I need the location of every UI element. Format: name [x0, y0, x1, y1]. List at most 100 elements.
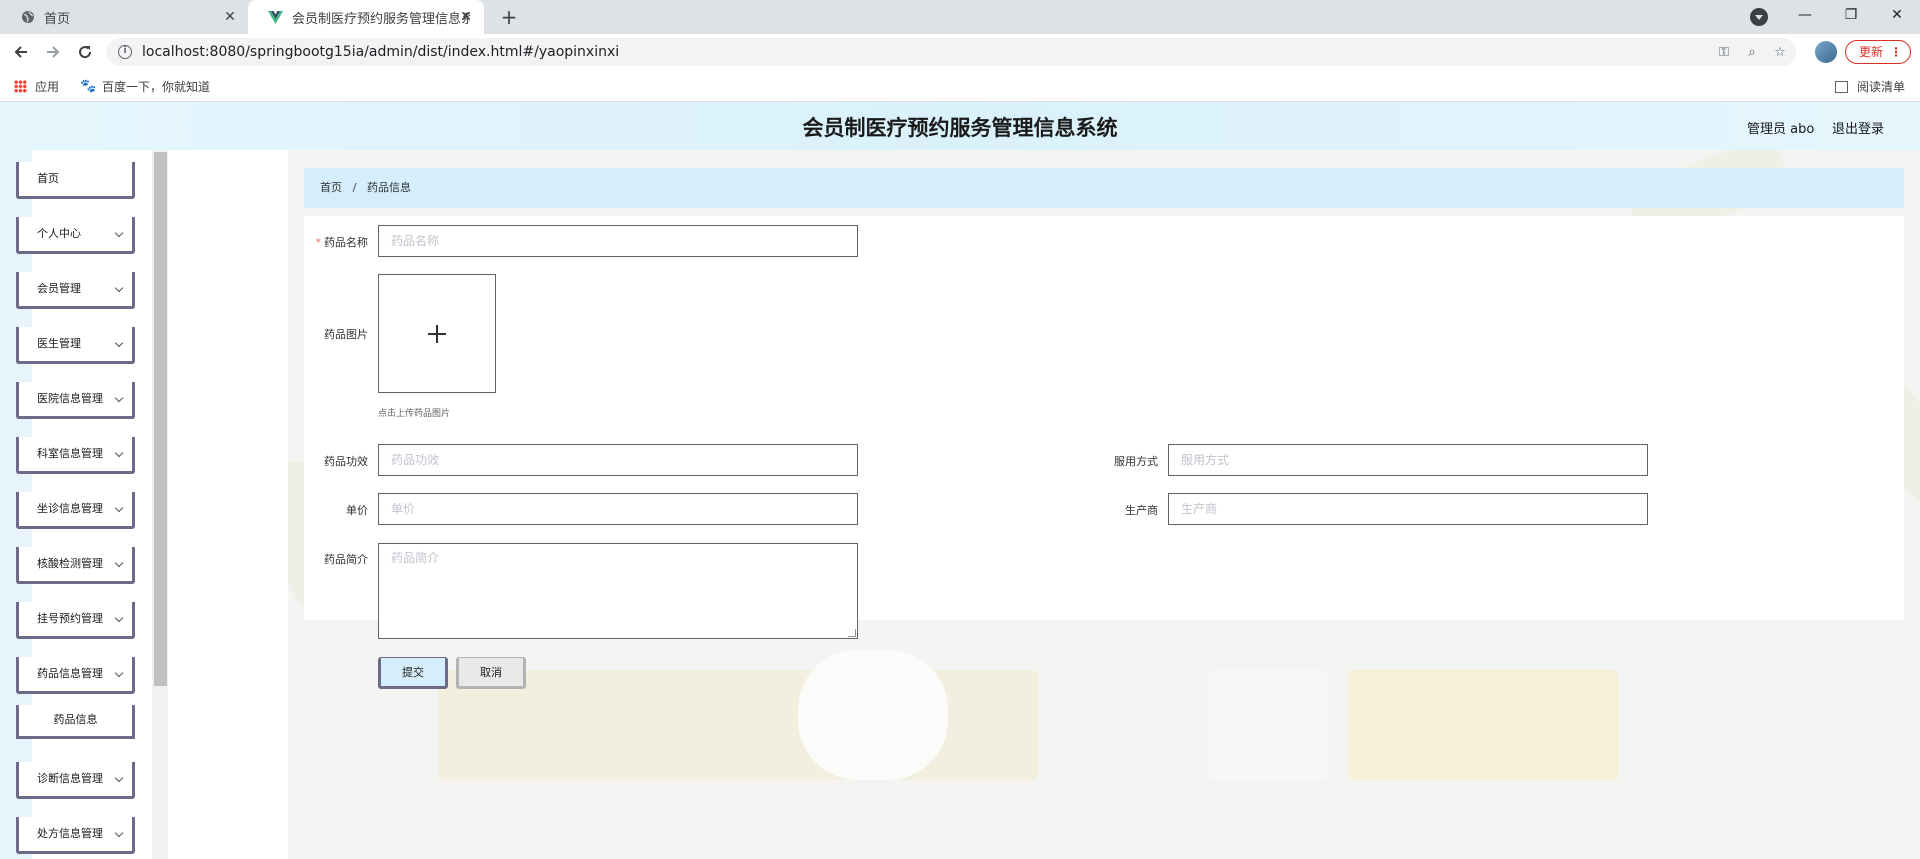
medicine-name-input[interactable]: 药品名称	[378, 225, 858, 257]
sidebar-item-diagnoses[interactable]: 诊断信息管理	[16, 762, 135, 799]
zoom-icon[interactable]: ⌕	[1744, 45, 1760, 61]
address-bar: i localhost:8080/springbootg15ia/admin/d…	[0, 34, 1920, 70]
apps-icon	[14, 80, 27, 93]
browser-tab-bar: 首页 ✕ 会员制医疗预约服务管理信息系统 ✕ + — ❐ ✕	[0, 0, 1920, 34]
sidebar-item-personal[interactable]: 个人中心	[16, 217, 135, 254]
sidebar-item-departments[interactable]: 科室信息管理	[16, 437, 135, 474]
plus-icon	[436, 325, 438, 343]
chevron-down-icon	[114, 558, 124, 568]
close-window-icon[interactable]: ✕	[1874, 0, 1920, 30]
back-icon[interactable]	[10, 41, 32, 63]
sidebar-item-members[interactable]: 会员管理	[16, 272, 135, 309]
reading-list-label: 阅读清单	[1857, 80, 1906, 94]
restore-icon[interactable]: ❐	[1828, 0, 1874, 30]
menu-label: 处方信息管理	[37, 827, 103, 840]
sidebar-item-hospitals[interactable]: 医院信息管理	[16, 382, 135, 419]
close-tab-icon[interactable]: ✕	[222, 9, 238, 25]
breadcrumb-current: 药品信息	[367, 181, 412, 194]
resize-handle-icon[interactable]	[848, 629, 856, 637]
update-button[interactable]: 更新 ⋮	[1845, 40, 1911, 64]
chevron-down-icon	[114, 773, 124, 783]
cancel-button[interactable]: 取消	[456, 657, 526, 689]
tab-search-icon[interactable]	[1750, 8, 1768, 26]
logout-link[interactable]: 退出登录	[1832, 118, 1884, 137]
bookmark-star-icon[interactable]: ☆	[1772, 45, 1788, 61]
chevron-down-icon	[114, 668, 124, 678]
sidebar-item-prescriptions[interactable]: 处方信息管理	[16, 817, 135, 854]
background-box	[438, 670, 1038, 780]
update-label: 更新	[1859, 45, 1884, 59]
manufacturer-input[interactable]: 生产商	[1168, 493, 1648, 525]
tab-title: 首页	[44, 11, 71, 27]
menu-label: 医生管理	[37, 337, 81, 350]
chevron-down-icon	[114, 283, 124, 293]
label-text: 药品名称	[324, 236, 368, 249]
minimize-icon[interactable]: —	[1782, 0, 1828, 30]
chevron-down-icon	[114, 503, 124, 513]
reading-list[interactable]: 阅读清单	[1835, 78, 1905, 95]
chevron-down-icon	[114, 393, 124, 403]
tab-title: 会员制医疗预约服务管理信息系统	[292, 11, 470, 27]
chevron-down-icon	[114, 613, 124, 623]
placeholder: 药品简介	[391, 551, 440, 565]
chevron-down-icon	[114, 448, 124, 458]
sidebar-scrollbar-thumb[interactable]	[154, 152, 167, 686]
sidebar-item-doctors[interactable]: 医生管理	[16, 327, 135, 364]
price-label: 单价	[346, 504, 368, 517]
browser-tab-home[interactable]: 首页 ✕	[0, 0, 248, 34]
sidebar-item-consultations[interactable]: 坐诊信息管理	[16, 492, 135, 529]
profile-avatar-icon[interactable]	[1815, 41, 1837, 63]
background-bottle	[1208, 670, 1328, 780]
menu-label: 坐诊信息管理	[37, 502, 103, 515]
breadcrumb: 首页 / 药品信息	[304, 168, 1904, 208]
menu-label: 个人中心	[37, 227, 81, 240]
bookmark-apps[interactable]: 应用	[14, 78, 59, 95]
sidebar-item-medicines[interactable]: 药品信息管理	[16, 657, 135, 694]
required-mark: *	[315, 236, 322, 249]
menu-label: 挂号预约管理	[37, 612, 103, 625]
close-tab-icon[interactable]: ✕	[458, 9, 474, 25]
omnibox[interactable]: i localhost:8080/springbootg15ia/admin/d…	[106, 38, 1796, 66]
site-info-icon[interactable]: i	[118, 45, 132, 59]
placeholder: 药品名称	[391, 234, 440, 248]
breadcrumb-home[interactable]: 首页	[320, 181, 342, 194]
sidebar-item-appointments[interactable]: 挂号预约管理	[16, 602, 135, 639]
more-menu-icon: ⋮	[1890, 45, 1902, 59]
efficacy-input[interactable]: 药品功效	[378, 444, 858, 476]
submit-button[interactable]: 提交	[378, 657, 448, 689]
menu-label: 诊断信息管理	[37, 772, 103, 785]
intro-label: 药品简介	[324, 553, 368, 566]
chevron-down-icon	[114, 228, 124, 238]
efficacy-label: 药品功效	[324, 455, 368, 468]
usage-input[interactable]: 服用方式	[1168, 444, 1648, 476]
reload-icon[interactable]	[74, 41, 96, 63]
sidebar: 首页 个人中心 会员管理 医生管理 医院信息管理 科室信息管理 坐诊信息管理 核…	[0, 150, 152, 859]
globe-icon	[20, 10, 35, 25]
medicine-name-label: * 药品名称	[268, 234, 369, 250]
placeholder: 单价	[391, 502, 416, 516]
bookmarks-bar: 应用 🐾 百度一下，你就知道 阅读清单	[0, 70, 1920, 102]
breadcrumb-separator: /	[352, 181, 357, 194]
menu-label: 首页	[37, 172, 59, 185]
bookmark-label: 应用	[35, 80, 60, 94]
key-icon[interactable]: ⚿	[1716, 45, 1732, 61]
price-input[interactable]: 单价	[378, 493, 858, 525]
sidebar-subitem-medicine-info[interactable]: 药品信息	[16, 705, 135, 739]
chevron-down-icon	[114, 338, 124, 348]
intro-textarea[interactable]: 药品简介	[378, 543, 858, 639]
background-box	[1348, 670, 1618, 780]
placeholder: 药品功效	[391, 453, 440, 467]
usage-label: 服用方式	[1114, 455, 1158, 468]
app-root: 会员制医疗预约服务管理信息系统 管理员 abo 退出登录 首页 个人中心 会员管…	[0, 102, 1920, 859]
upload-tip: 点击上传药品图片	[378, 409, 451, 419]
sidebar-item-home[interactable]: 首页	[16, 162, 135, 199]
image-upload-box[interactable]	[378, 274, 496, 393]
baidu-paw-icon: 🐾	[80, 78, 97, 94]
placeholder: 生产商	[1181, 502, 1218, 516]
new-tab-plus-icon[interactable]: +	[498, 6, 520, 28]
sidebar-item-nucleic-tests[interactable]: 核酸检测管理	[16, 547, 135, 584]
forward-icon[interactable]	[42, 41, 64, 63]
bookmark-baidu[interactable]: 🐾 百度一下，你就知道	[80, 78, 210, 95]
vue-logo-icon	[268, 10, 283, 25]
browser-tab-active[interactable]: 会员制医疗预约服务管理信息系统 ✕	[248, 0, 484, 34]
